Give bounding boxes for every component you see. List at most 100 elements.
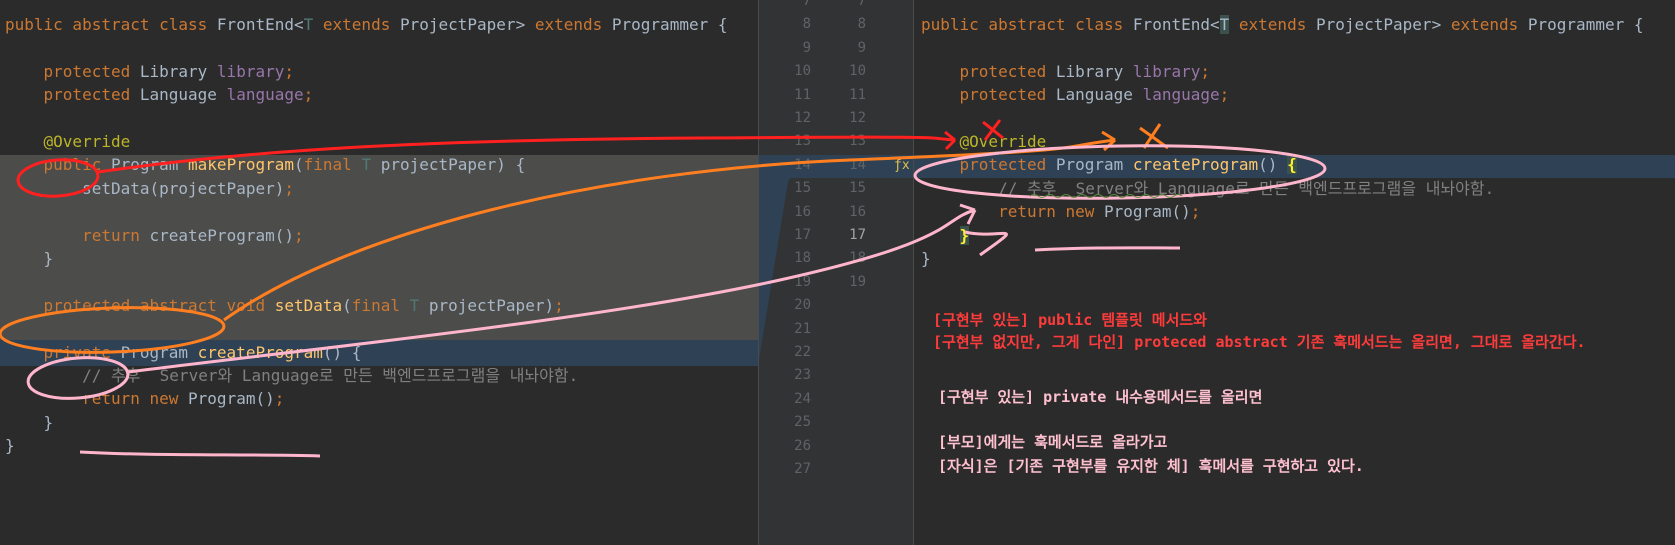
line-number: 23: [794, 367, 811, 384]
code-token: Program: [110, 155, 189, 175]
code-token: protected: [959, 85, 1056, 105]
code-line[interactable]: private Program createProgram() {: [5, 340, 362, 365]
code-token: }: [921, 249, 931, 268]
code-token: setData(projectPaper): [5, 178, 285, 198]
line-number: 21: [794, 320, 811, 337]
code-line[interactable]: public abstract class FrontEnd<T extends…: [921, 12, 1643, 37]
code-token: (: [294, 155, 304, 175]
code-token: protected: [43, 61, 140, 81]
code-token: (): [1258, 155, 1288, 175]
code-line[interactable]: }: [921, 223, 970, 248]
line-number: 18: [849, 250, 866, 267]
code-line[interactable]: @Override: [921, 129, 1047, 154]
code-line[interactable]: return createProgram();: [5, 223, 304, 248]
code-token: ;: [274, 389, 285, 409]
code-token: Program: [120, 342, 198, 362]
code-line[interactable]: return new Program();: [921, 199, 1200, 224]
code-token: createProgram: [197, 342, 323, 362]
code-token: ;: [1190, 202, 1201, 222]
line-number: 22: [794, 344, 811, 360]
code-token: protected: [959, 61, 1056, 81]
code-line[interactable]: protected Language language;: [921, 82, 1230, 107]
code-token: @Override: [43, 132, 131, 151]
function-icon-right: ƒx: [894, 158, 910, 173]
code-line[interactable]: protected Library library;: [921, 59, 1210, 84]
code-line[interactable]: }: [5, 246, 54, 271]
code-token: makeProgram: [188, 155, 294, 175]
code-token: (: [342, 295, 352, 315]
code-line[interactable]: public Program makeProgram(final T proje…: [5, 152, 526, 177]
note-red-1: [구현부 있는] public 템플릿 메서드와: [933, 311, 1207, 329]
diff-gutter: 7 8 9 10 11 12 13 14 15 16 17 18 19 20 21 22 23 24 25 26 27 …: [758, 0, 913, 545]
note-pink-3: [자식]은 [기존 구현부를 유지한 체] 훅메서를 구현하고 있다.: [938, 457, 1364, 475]
code-token: // 추후 Server와 Language로 만든 백엔드프로그램을 내놔야함…: [5, 366, 579, 385]
line-number: 18: [794, 250, 811, 267]
code-token: T: [303, 15, 314, 34]
code-token: ProjectPaper>: [399, 15, 535, 34]
code-token: T: [1219, 15, 1230, 34]
code-token: }: [5, 436, 15, 456]
code-token: Language: [1055, 85, 1143, 105]
code-line[interactable]: // 추후 Server와 Language로 만든 백엔드프로그램을 내놔야함…: [921, 176, 1494, 201]
code-line[interactable]: }: [5, 410, 54, 435]
code-line[interactable]: public abstract class FrontEnd<T extends…: [5, 12, 727, 37]
right-divider: [913, 0, 914, 545]
code-line[interactable]: protected Program createProgram() {: [921, 152, 1297, 177]
code-token: ProjectPaper>: [1315, 15, 1451, 34]
code-token: protected: [43, 85, 140, 105]
right-editor-pane[interactable]: public abstract class FrontEnd<T extends…: [913, 0, 1675, 545]
code-token: ;: [303, 85, 314, 105]
code-line[interactable]: @Override: [5, 129, 131, 154]
note-pink-2: [부모]에게는 훅메서드로 올라가고: [938, 433, 1168, 451]
code-token: }: [5, 249, 54, 268]
code-token: ;: [554, 295, 564, 315]
line-number: 26: [794, 437, 811, 454]
code-line[interactable]: protected Library library;: [5, 59, 294, 84]
code-token: extends: [1229, 15, 1316, 34]
code-line[interactable]: protected Language language;: [5, 82, 314, 107]
code-token: projectPaper): [428, 295, 555, 315]
line-number: 14: [794, 156, 811, 173]
code-token: extends: [313, 15, 400, 34]
code-line[interactable]: protected abstract void setData(final T …: [5, 293, 564, 318]
code-token: final: [351, 295, 410, 315]
code-line[interactable]: // 추후 Server와 Language로 만든 백엔드프로그램을 내놔야함…: [5, 363, 578, 388]
line-number: 8: [857, 16, 866, 33]
code-token: language: [226, 85, 304, 105]
code-line[interactable]: }: [5, 433, 15, 458]
line-number: 8: [802, 16, 811, 33]
note-red-2: [구현부 없지만, 그게 다인] proteced abstract 기존 훅메…: [933, 333, 1586, 351]
code-token: ;: [284, 61, 294, 81]
code-line[interactable]: return new Program();: [5, 386, 284, 411]
line-number: 9: [857, 39, 866, 56]
code-token: FrontEnd<: [1132, 15, 1220, 34]
code-token: return new: [998, 202, 1105, 222]
line-number: 27: [794, 461, 811, 477]
code-line[interactable]: }: [921, 246, 931, 271]
line-number: 15: [849, 180, 866, 197]
code-token: public abstract class: [921, 15, 1133, 34]
code-token: Program(): [1104, 202, 1191, 222]
line-number: 20: [794, 297, 811, 314]
code-token: Library: [1055, 61, 1133, 81]
code-token: Language: [139, 85, 227, 105]
code-token: Programmer {: [1527, 15, 1644, 34]
line-number: 12: [849, 110, 866, 126]
code-token: () {: [322, 342, 362, 362]
code-line[interactable]: setData(projectPaper);: [5, 176, 294, 201]
code-token: FrontEnd<: [216, 15, 304, 34]
code-token: protected: [959, 155, 1056, 175]
line-number: 12: [794, 110, 811, 126]
code-token: return new: [82, 389, 189, 409]
code-token: createProgram: [1132, 155, 1259, 175]
left-editor-pane[interactable]: public abstract class FrontEnd<T extends…: [0, 0, 758, 545]
line-number: 25: [794, 414, 811, 431]
line-number: 17: [794, 227, 811, 243]
